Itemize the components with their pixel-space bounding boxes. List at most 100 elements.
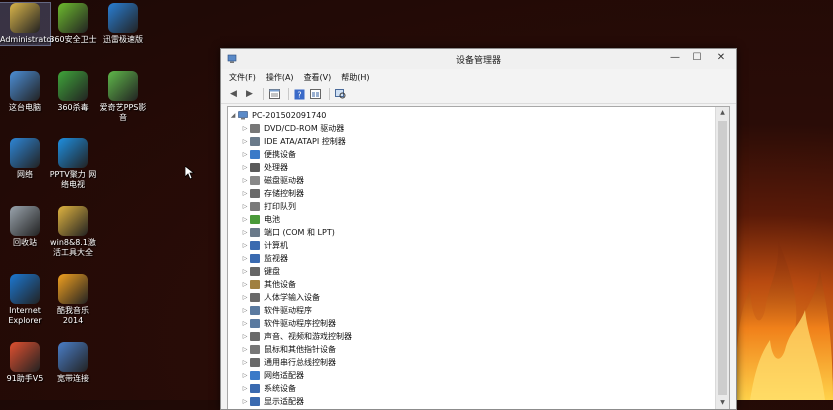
expand-arrow-icon[interactable]: ▷ bbox=[240, 216, 250, 223]
expand-arrow-icon[interactable]: ▷ bbox=[240, 125, 250, 132]
desktop-icon[interactable]: 91助手V5 bbox=[0, 342, 50, 384]
device-category-row[interactable]: ▷ 计算机 bbox=[228, 239, 715, 252]
expand-arrow-icon[interactable]: ▷ bbox=[240, 385, 250, 392]
device-category-label: 电池 bbox=[264, 215, 280, 224]
desktop-icon[interactable]: 回收站 bbox=[0, 206, 50, 248]
properties-icon[interactable] bbox=[268, 88, 281, 100]
tree-root[interactable]: ◢ PC-201502091740 bbox=[228, 109, 715, 122]
desktop-icon-label: 这台电脑 bbox=[9, 103, 41, 112]
device-category-row[interactable]: ▷ 其他设备 bbox=[228, 278, 715, 291]
collapse-arrow-icon[interactable]: ◢ bbox=[228, 112, 238, 119]
scroll-up-icon[interactable]: ▲ bbox=[716, 107, 729, 119]
expand-arrow-icon[interactable]: ▷ bbox=[240, 164, 250, 171]
expand-arrow-icon[interactable]: ▷ bbox=[240, 333, 250, 340]
device-category-row[interactable]: ▷ DVD/CD-ROM 驱动器 bbox=[228, 122, 715, 135]
expand-arrow-icon[interactable]: ▷ bbox=[240, 268, 250, 275]
menu-file[interactable]: 文件(F) bbox=[229, 72, 256, 83]
maximize-button[interactable]: ☐ bbox=[686, 50, 708, 66]
device-category-label: 人体学输入设备 bbox=[264, 293, 320, 302]
network-adapter-icon bbox=[250, 371, 260, 380]
expand-arrow-icon[interactable]: ▷ bbox=[240, 138, 250, 145]
minimize-button[interactable]: — bbox=[664, 50, 686, 66]
device-category-row[interactable]: ▷ IDE ATA/ATAPI 控制器 bbox=[228, 135, 715, 148]
desktop-icon[interactable]: 酷我音乐2014 bbox=[48, 274, 98, 326]
desktop-icon[interactable]: PPTV聚力 网络电视 bbox=[48, 138, 98, 190]
expand-arrow-icon[interactable]: ▷ bbox=[240, 190, 250, 197]
device-category-row[interactable]: ▷ 便携设备 bbox=[228, 148, 715, 161]
window-title: 设备管理器 bbox=[455, 56, 501, 66]
device-category-label: 磁盘驱动器 bbox=[264, 176, 304, 185]
device-category-row[interactable]: ▷ 系统设备 bbox=[228, 382, 715, 395]
menu-view[interactable]: 查看(V) bbox=[304, 72, 332, 83]
device-category-row[interactable]: ▷ 端口 (COM 和 LPT) bbox=[228, 226, 715, 239]
device-category-row[interactable]: ▷ 软件驱动程序控制器 bbox=[228, 317, 715, 330]
expand-arrow-icon[interactable]: ▷ bbox=[240, 398, 250, 405]
desktop-icon-label: 爱奇艺PPS影音 bbox=[99, 103, 147, 122]
device-category-row[interactable]: ▷ 通用串行总线控制器 bbox=[228, 356, 715, 369]
desktop-icon[interactable]: 这台电脑 bbox=[0, 71, 50, 113]
expand-arrow-icon[interactable]: ▷ bbox=[240, 372, 250, 379]
device-category-row[interactable]: ▷ 鼠标和其他指针设备 bbox=[228, 343, 715, 356]
device-category-row[interactable]: ▷ 处理器 bbox=[228, 161, 715, 174]
expand-arrow-icon[interactable]: ▷ bbox=[240, 294, 250, 301]
desktop-icon[interactable]: win8&8.1激活工具大全 bbox=[48, 206, 98, 258]
help-icon[interactable]: ? bbox=[293, 88, 306, 100]
expand-arrow-icon[interactable]: ▷ bbox=[240, 307, 250, 314]
desktop-icon[interactable]: 爱奇艺PPS影音 bbox=[98, 71, 148, 123]
scroll-down-icon[interactable]: ▼ bbox=[716, 397, 729, 409]
device-category-row[interactable]: ▷ 显示适配器 bbox=[228, 395, 715, 408]
desktop-icon[interactable]: 宽带连接 bbox=[48, 342, 98, 384]
broadband-icon bbox=[58, 342, 88, 372]
desktop-icon[interactable]: Internet Explorer bbox=[0, 274, 50, 326]
device-category-label: 鼠标和其他指针设备 bbox=[264, 345, 336, 354]
expand-arrow-icon[interactable]: ▷ bbox=[240, 177, 250, 184]
scan-hardware-icon[interactable] bbox=[334, 88, 347, 100]
360-antivirus-icon bbox=[58, 71, 88, 101]
port-icon bbox=[250, 228, 260, 237]
device-category-row[interactable]: ▷ 网络适配器 bbox=[228, 369, 715, 382]
expand-arrow-icon[interactable]: ▷ bbox=[240, 151, 250, 158]
desktop-icon[interactable]: 360杀毒 bbox=[48, 71, 98, 113]
driver-controller-icon bbox=[250, 319, 260, 328]
device-manager-window: 设备管理器 — ☐ ✕ 文件(F) 操作(A) 查看(V) 帮助(H) ◀ ▶ … bbox=[220, 48, 737, 410]
desktop-icon[interactable]: 360安全卫士 bbox=[48, 3, 98, 45]
device-category-row[interactable]: ▷ 软件驱动程序 bbox=[228, 304, 715, 317]
expand-arrow-icon[interactable]: ▷ bbox=[240, 229, 250, 236]
expand-arrow-icon[interactable]: ▷ bbox=[240, 203, 250, 210]
desktop-icon[interactable]: Administrator bbox=[0, 2, 55, 46]
desktop-icon-label: 360杀毒 bbox=[57, 103, 89, 112]
device-category-label: 计算机 bbox=[264, 241, 288, 250]
computer-icon bbox=[10, 71, 40, 101]
expand-arrow-icon[interactable]: ▷ bbox=[240, 281, 250, 288]
back-arrow-icon[interactable]: ◀ bbox=[227, 88, 240, 100]
device-category-row[interactable]: ▷ 键盘 bbox=[228, 265, 715, 278]
expand-arrow-icon[interactable]: ▷ bbox=[240, 242, 250, 249]
device-category-row[interactable]: ▷ 磁盘驱动器 bbox=[228, 174, 715, 187]
menu-help[interactable]: 帮助(H) bbox=[341, 72, 369, 83]
expand-arrow-icon[interactable]: ▷ bbox=[240, 359, 250, 366]
desktop-icon-label: 酷我音乐2014 bbox=[57, 306, 89, 325]
device-category-row[interactable]: ▷ 人体学输入设备 bbox=[228, 291, 715, 304]
system-device-icon bbox=[250, 384, 260, 393]
desktop-icon[interactable]: 网络 bbox=[0, 138, 50, 180]
device-category-row[interactable]: ▷ 打印队列 bbox=[228, 200, 715, 213]
forward-arrow-icon[interactable]: ▶ bbox=[243, 88, 256, 100]
desktop-icon-label: 回收站 bbox=[13, 238, 37, 247]
expand-arrow-icon[interactable]: ▷ bbox=[240, 320, 250, 327]
expand-arrow-icon[interactable]: ▷ bbox=[240, 346, 250, 353]
mouse-icon bbox=[250, 345, 260, 354]
other-device-icon bbox=[250, 280, 260, 289]
device-category-row[interactable]: ▷ 监视器 bbox=[228, 252, 715, 265]
scroll-thumb[interactable] bbox=[718, 121, 727, 395]
device-category-row[interactable]: ▷ 电池 bbox=[228, 213, 715, 226]
show-hidden-icon[interactable] bbox=[309, 88, 322, 100]
desktop-icon[interactable]: 迅雷极速版 bbox=[98, 3, 148, 45]
vertical-scrollbar[interactable]: ▲ ▼ bbox=[715, 107, 729, 409]
device-category-row[interactable]: ▷ 存储控制器 bbox=[228, 187, 715, 200]
usb-icon bbox=[250, 358, 260, 367]
device-category-row[interactable]: ▷ 声音、视频和游戏控制器 bbox=[228, 330, 715, 343]
close-button[interactable]: ✕ bbox=[710, 50, 732, 66]
menu-action[interactable]: 操作(A) bbox=[266, 72, 294, 83]
expand-arrow-icon[interactable]: ▷ bbox=[240, 255, 250, 262]
title-bar[interactable]: 设备管理器 — ☐ ✕ bbox=[221, 49, 736, 69]
